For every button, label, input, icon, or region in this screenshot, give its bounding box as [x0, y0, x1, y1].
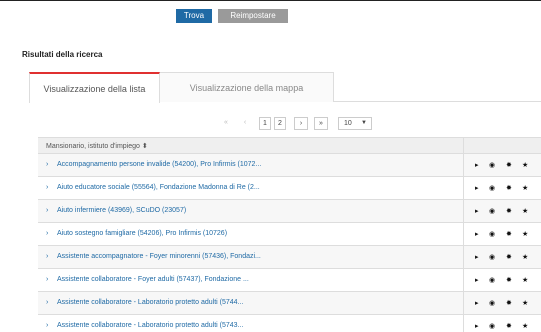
view-icon[interactable]: ◉: [489, 161, 495, 170]
expand-icon[interactable]: ▸: [475, 184, 479, 193]
chevron-right-icon[interactable]: ›: [46, 299, 48, 306]
table-row[interactable]: › Assistente accompagnatore - Foyer minor…: [38, 246, 541, 269]
star-icon[interactable]: ★: [522, 299, 528, 308]
page-1-button[interactable]: 1: [259, 117, 271, 130]
table-row[interactable]: › Aiuto sostegno famigliare (54206), Pro …: [38, 223, 541, 246]
row-cell: › Assistente collaboratore - Laboratorio …: [38, 292, 464, 314]
chevron-right-icon[interactable]: ›: [46, 276, 48, 283]
row-cell: › Assistente collaboratore - Laboratorio …: [38, 315, 464, 332]
table-header: Mansionario, istituto d'impiego ⬍: [38, 138, 541, 154]
row-link[interactable]: Aiuto sostegno famigliare (54206), Pro I…: [57, 230, 227, 237]
expand-icon[interactable]: ▸: [475, 253, 479, 262]
column-header-label: Mansionario, istituto d'impiego ⬍: [46, 143, 148, 150]
results-title: Risultati della ricerca: [22, 50, 103, 59]
details-icon[interactable]: ✸: [506, 184, 512, 193]
per-page-select[interactable]: 10 ▼: [338, 117, 372, 130]
star-icon[interactable]: ★: [522, 253, 528, 262]
row-cell: › Assistente accompagnatore - Foyer minor…: [38, 246, 464, 268]
per-page-value: 10: [344, 120, 352, 127]
expand-icon[interactable]: ▸: [475, 299, 479, 308]
tab-list-view[interactable]: Visualizzazione della lista: [29, 72, 160, 103]
details-icon[interactable]: ✸: [506, 322, 512, 331]
row-link[interactable]: Assistente collaboratore - Laboratorio p…: [57, 299, 243, 306]
chevron-right-icon[interactable]: ›: [46, 161, 48, 168]
table-row[interactable]: › Aiuto educatore sociale (55564), Fondaz…: [38, 177, 541, 200]
chevron-right-icon[interactable]: ›: [46, 184, 48, 191]
chevron-right-icon[interactable]: ›: [46, 253, 48, 260]
page-2-button[interactable]: 2: [274, 117, 286, 130]
table-row[interactable]: › Aiuto infermiere (43969), SCuDO (23057)…: [38, 200, 541, 223]
next-page-icon[interactable]: ›: [294, 117, 308, 130]
first-page-icon[interactable]: «: [220, 117, 232, 130]
caret-down-icon: ▼: [361, 120, 367, 126]
view-tabs: Visualizzazione della lista Visualizzazi…: [29, 72, 541, 103]
pagination: « ‹ 1 2 › » 10 ▼: [0, 117, 541, 131]
row-link[interactable]: Assistente collaboratore - Laboratorio p…: [57, 322, 243, 329]
details-icon[interactable]: ✸: [506, 253, 512, 262]
row-link[interactable]: Assistente collaboratore - Foyer adulti …: [57, 276, 249, 283]
prev-page-icon[interactable]: ‹: [239, 117, 251, 130]
row-cell: › Aiuto infermiere (43969), SCuDO (23057): [38, 200, 464, 222]
column-header-main[interactable]: Mansionario, istituto d'impiego ⬍: [38, 138, 464, 154]
row-cell: › Accompagnamento persone invalide (54200…: [38, 154, 464, 176]
chevron-right-icon[interactable]: ›: [46, 207, 48, 214]
view-icon[interactable]: ◉: [489, 299, 495, 308]
details-icon[interactable]: ✸: [506, 161, 512, 170]
row-link[interactable]: Accompagnamento persone invalide (54200)…: [57, 161, 261, 168]
details-icon[interactable]: ✸: [506, 207, 512, 216]
row-link[interactable]: Aiuto infermiere (43969), SCuDO (23057): [57, 207, 186, 214]
table-row[interactable]: › Assistente collaboratore - Foyer adulti…: [38, 269, 541, 292]
row-link[interactable]: Assistente accompagnatore - Foyer minore…: [57, 253, 261, 260]
last-page-icon[interactable]: »: [314, 117, 328, 130]
expand-icon[interactable]: ▸: [475, 230, 479, 239]
view-icon[interactable]: ◉: [489, 207, 495, 216]
expand-icon[interactable]: ▸: [475, 322, 479, 331]
reset-button[interactable]: Reimpostare: [218, 9, 288, 23]
star-icon[interactable]: ★: [522, 207, 528, 216]
table-row[interactable]: › Accompagnamento persone invalide (54200…: [38, 154, 541, 177]
expand-icon[interactable]: ▸: [475, 207, 479, 216]
expand-icon[interactable]: ▸: [475, 276, 479, 285]
details-icon[interactable]: ✸: [506, 230, 512, 239]
row-link[interactable]: Aiuto educatore sociale (55564), Fondazi…: [57, 184, 260, 191]
expand-icon[interactable]: ▸: [475, 161, 479, 170]
view-icon[interactable]: ◉: [489, 276, 495, 285]
star-icon[interactable]: ★: [522, 322, 528, 331]
chevron-right-icon[interactable]: ›: [46, 322, 48, 329]
star-icon[interactable]: ★: [522, 184, 528, 193]
star-icon[interactable]: ★: [522, 230, 528, 239]
row-cell: › Aiuto educatore sociale (55564), Fondaz…: [38, 177, 464, 199]
results-table: Mansionario, istituto d'impiego ⬍ › Accom…: [38, 137, 541, 332]
row-cell: › Assistente collaboratore - Foyer adulti…: [38, 269, 464, 291]
view-icon[interactable]: ◉: [489, 253, 495, 262]
table-body: › Accompagnamento persone invalide (54200…: [38, 154, 541, 332]
tab-map-view[interactable]: Visualizzazione della mappa: [160, 72, 334, 102]
table-row[interactable]: › Assistente collaboratore - Laboratorio …: [38, 315, 541, 332]
view-icon[interactable]: ◉: [489, 230, 495, 239]
top-border: [0, 0, 541, 1]
star-icon[interactable]: ★: [522, 161, 528, 170]
table-row[interactable]: › Assistente collaboratore - Laboratorio …: [38, 292, 541, 315]
chevron-right-icon[interactable]: ›: [46, 230, 48, 237]
details-icon[interactable]: ✸: [506, 276, 512, 285]
details-icon[interactable]: ✸: [506, 299, 512, 308]
view-icon[interactable]: ◉: [489, 322, 495, 331]
view-icon[interactable]: ◉: [489, 184, 495, 193]
row-cell: › Aiuto sostegno famigliare (54206), Pro …: [38, 223, 464, 245]
star-icon[interactable]: ★: [522, 276, 528, 285]
find-button[interactable]: Trova: [176, 9, 212, 23]
